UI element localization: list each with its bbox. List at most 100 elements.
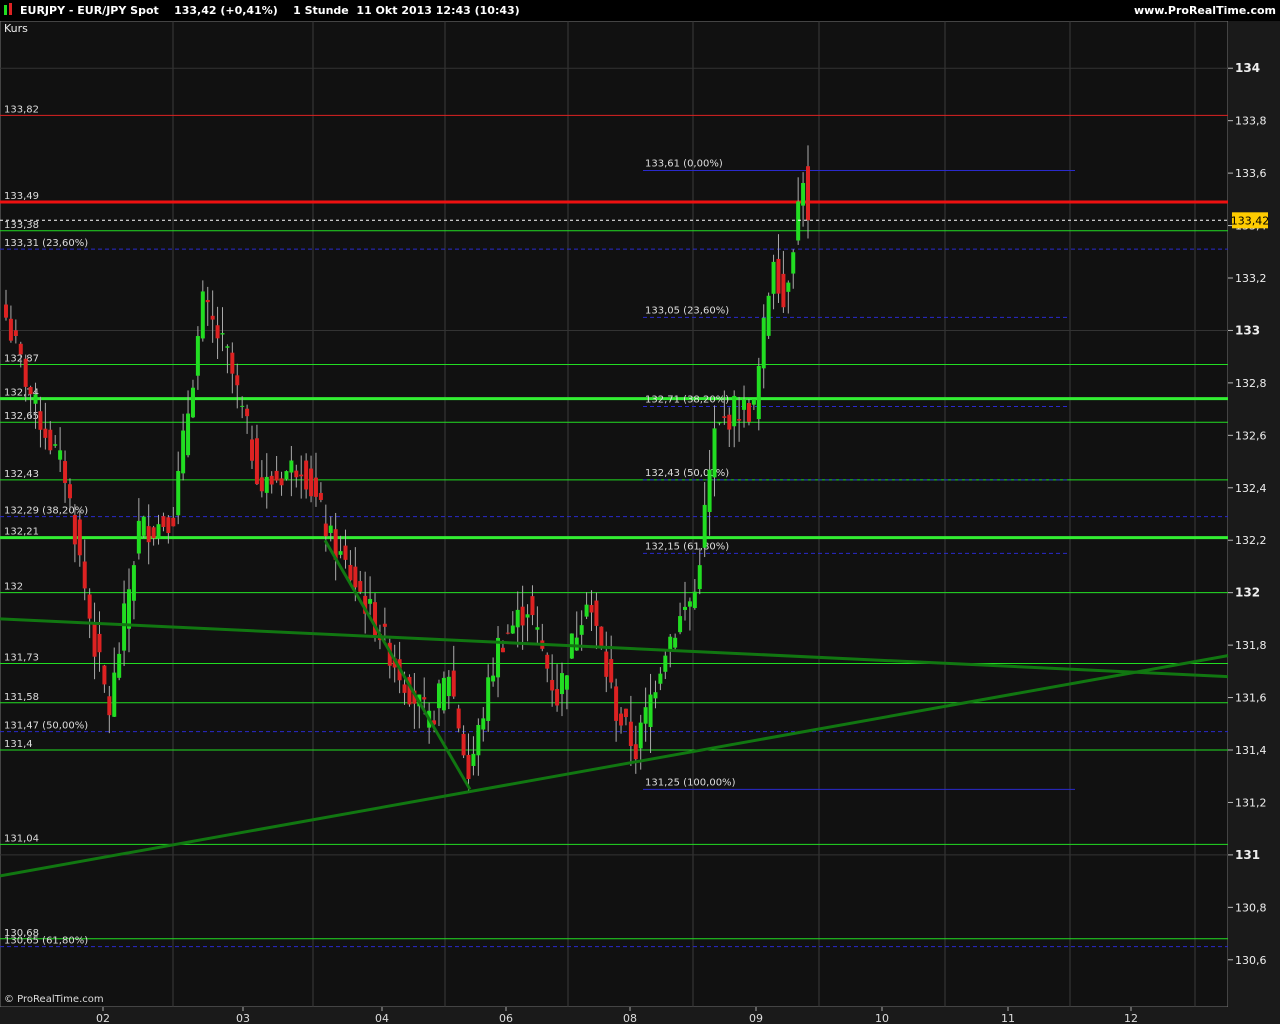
candle-body[interactable] — [48, 429, 53, 451]
candle-body[interactable] — [525, 614, 530, 618]
candle-body[interactable] — [97, 633, 102, 653]
candle-body[interactable] — [284, 471, 289, 480]
candle-body[interactable] — [643, 707, 648, 724]
candle-body[interactable] — [382, 623, 387, 627]
candle-body[interactable] — [102, 665, 107, 685]
candle-body[interactable] — [441, 677, 446, 711]
candle-body[interactable] — [53, 444, 58, 446]
candle-body[interactable] — [481, 718, 486, 730]
candle-body[interactable] — [436, 683, 441, 709]
candle-body[interactable] — [131, 565, 136, 601]
candle-body[interactable] — [466, 754, 471, 779]
candle-body[interactable] — [535, 627, 540, 630]
candle-body[interactable] — [801, 182, 806, 206]
candle-body[interactable] — [609, 659, 614, 683]
candle-body[interactable] — [67, 484, 72, 499]
candle-body[interactable] — [33, 394, 38, 404]
candle-body[interactable] — [555, 689, 560, 706]
candle-body[interactable] — [358, 581, 363, 592]
candle-body[interactable] — [584, 604, 589, 617]
candle-body[interactable] — [707, 469, 712, 513]
candle-body[interactable] — [225, 346, 230, 348]
candle-body[interactable] — [87, 594, 92, 619]
candle-body[interactable] — [141, 516, 146, 536]
candle-body[interactable] — [245, 408, 250, 417]
candle-body[interactable] — [461, 733, 466, 756]
candle-body[interactable] — [422, 697, 427, 700]
candle-body[interactable] — [742, 399, 747, 410]
candle-body[interactable] — [338, 551, 343, 555]
candle-body[interactable] — [456, 708, 461, 729]
candle-body[interactable] — [151, 527, 156, 539]
candle-body[interactable] — [181, 430, 186, 474]
candle-body[interactable] — [776, 258, 781, 294]
candle-body[interactable] — [215, 325, 220, 339]
candle-body[interactable] — [304, 460, 309, 490]
candle-body[interactable] — [23, 358, 28, 387]
candle-body[interactable] — [697, 565, 702, 590]
candle-body[interactable] — [205, 299, 210, 303]
candle-body[interactable] — [220, 333, 225, 335]
candle-body[interactable] — [176, 470, 181, 516]
candle-body[interactable] — [72, 514, 77, 545]
candle-body[interactable] — [633, 744, 638, 760]
candle-body[interactable] — [599, 626, 604, 647]
candle-body[interactable] — [673, 637, 678, 648]
candle-body[interactable] — [171, 517, 176, 527]
candle-body[interactable] — [254, 438, 259, 485]
candle-body[interactable] — [63, 461, 68, 483]
candle-body[interactable] — [638, 722, 643, 749]
candle-body[interactable] — [402, 684, 407, 693]
candle-body[interactable] — [796, 201, 801, 241]
candle-body[interactable] — [564, 675, 569, 690]
candle-body[interactable] — [471, 753, 476, 766]
candle-body[interactable] — [146, 526, 151, 543]
candle-body[interactable] — [309, 468, 314, 497]
candle-body[interactable] — [727, 414, 732, 430]
candle-body[interactable] — [476, 724, 481, 756]
candle-body[interactable] — [38, 411, 43, 430]
candle-body[interactable] — [574, 637, 579, 651]
candle-body[interactable] — [515, 609, 520, 628]
candle-body[interactable] — [368, 598, 373, 604]
candle-body[interactable] — [500, 647, 505, 653]
candle-body[interactable] — [786, 282, 791, 292]
candle-body[interactable] — [451, 670, 456, 697]
candle-body[interactable] — [274, 470, 279, 481]
price-chart[interactable]: 020304060809101112134133,8133,6133,4133,… — [0, 21, 1280, 1024]
candle-body[interactable] — [619, 713, 624, 726]
candle-body[interactable] — [200, 291, 205, 339]
candle-body[interactable] — [692, 591, 697, 609]
candle-body[interactable] — [195, 336, 200, 376]
candle-body[interactable] — [717, 422, 722, 424]
candle-body[interactable] — [746, 403, 751, 422]
candle-body[interactable] — [294, 470, 299, 478]
candle-body[interactable] — [806, 166, 810, 221]
candle-body[interactable] — [722, 416, 727, 418]
candle-body[interactable] — [491, 675, 496, 682]
candle-body[interactable] — [299, 474, 304, 477]
candle-body[interactable] — [687, 601, 692, 607]
candle-body[interactable] — [658, 673, 663, 684]
candle-body[interactable] — [240, 405, 245, 407]
candle-body[interactable] — [486, 677, 491, 721]
candle-body[interactable] — [545, 654, 550, 669]
candle-body[interactable] — [186, 413, 191, 456]
candle-body[interactable] — [210, 315, 215, 320]
candle-body[interactable] — [28, 387, 33, 395]
candle-body[interactable] — [761, 317, 766, 369]
plot-area[interactable] — [0, 21, 1229, 1008]
candle-body[interactable] — [289, 460, 294, 473]
candle-body[interactable] — [682, 606, 687, 610]
candle-body[interactable] — [230, 352, 235, 374]
candle-body[interactable] — [122, 603, 127, 651]
candle-body[interactable] — [751, 399, 756, 405]
candle-body[interactable] — [323, 523, 328, 537]
candle-body[interactable] — [594, 600, 599, 626]
candle-body[interactable] — [766, 295, 771, 336]
candle-body[interactable] — [328, 525, 333, 533]
candle-body[interactable] — [446, 676, 451, 697]
candle-body[interactable] — [161, 516, 166, 527]
candle-body[interactable] — [117, 653, 122, 678]
candle-body[interactable] — [663, 655, 668, 672]
